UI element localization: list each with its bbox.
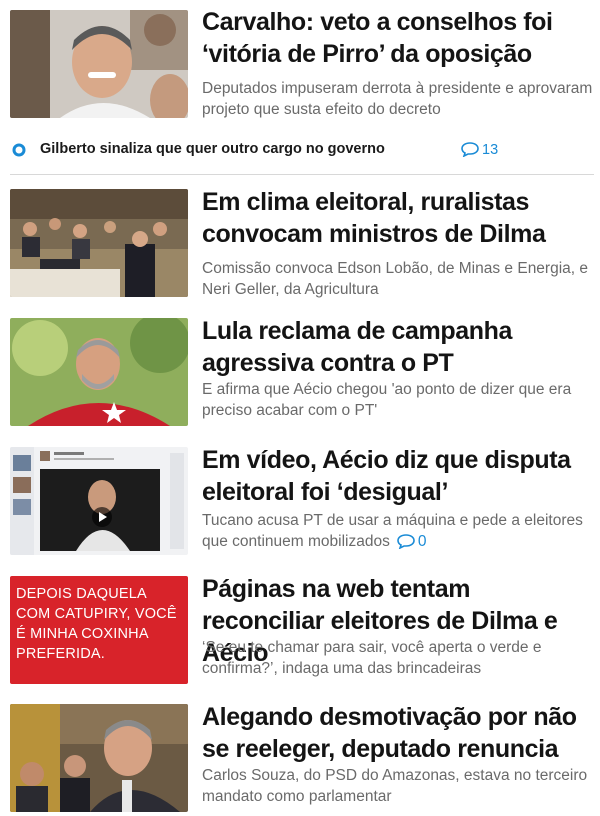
video-screenshot	[10, 447, 188, 555]
related-story-text[interactable]: Gilberto sinaliza que quer outro cargo n…	[40, 141, 385, 157]
committee-photo	[10, 189, 188, 297]
lula-photo	[10, 318, 188, 426]
story-thumbnail[interactable]: DEPOIS DAQUELA COM CATUPIRY, VOCÊ É MINH…	[10, 576, 188, 684]
comment-count-value: 13	[482, 142, 499, 158]
speech-bubble-icon	[397, 534, 415, 549]
news-feed: Carvalho: veto a conselhos foi ‘vitória …	[0, 0, 600, 816]
story-headline[interactable]: Lula reclama de campanha agressiva contr…	[202, 315, 594, 379]
related-comment-count[interactable]: 13	[454, 141, 498, 158]
story-summary: Tucano acusa PT de usar a máquina e pede…	[202, 510, 594, 552]
story-headline[interactable]: Em vídeo, Aécio diz que disputa eleitora…	[202, 444, 594, 508]
portrait-photo	[10, 10, 188, 118]
comment-count-value: 0	[417, 533, 427, 550]
story-summary: Comissão convoca Edson Lobão, de Minas e…	[202, 260, 589, 298]
story-summary: E afirma que Aécio chegou 'ao ponto de d…	[202, 381, 572, 419]
story-summary: Carlos Souza, do PSD do Amazonas, estava…	[202, 767, 588, 805]
story-thumbnail[interactable]	[10, 447, 188, 555]
story-thumbnail[interactable]	[10, 704, 188, 812]
ring-bullet-icon	[12, 143, 26, 157]
story-headline[interactable]: Carvalho: veto a conselhos foi ‘vitória …	[202, 6, 594, 70]
deputado-photo	[10, 704, 188, 812]
meme-card-image: DEPOIS DAQUELA COM CATUPIRY, VOCÊ É MINH…	[10, 576, 188, 684]
comment-count[interactable]: 0	[390, 533, 427, 550]
story-thumbnail[interactable]	[10, 318, 188, 426]
story-summary: Deputados impuseram derrota à presidente…	[202, 80, 593, 118]
speech-bubble-icon	[461, 142, 479, 157]
story-thumbnail[interactable]	[10, 189, 188, 297]
story-thumbnail[interactable]	[10, 10, 188, 118]
related-story-link[interactable]: Gilberto sinaliza que quer outro cargo n…	[10, 138, 595, 162]
story-summary: ‘Se eu te chamar para sair, você aperta …	[202, 639, 542, 677]
section-divider	[10, 174, 594, 175]
story-headline[interactable]: Alegando desmotivação por não se reelege…	[202, 701, 594, 765]
story-headline[interactable]: Em clima eleitoral, ruralistas convocam …	[202, 186, 594, 250]
